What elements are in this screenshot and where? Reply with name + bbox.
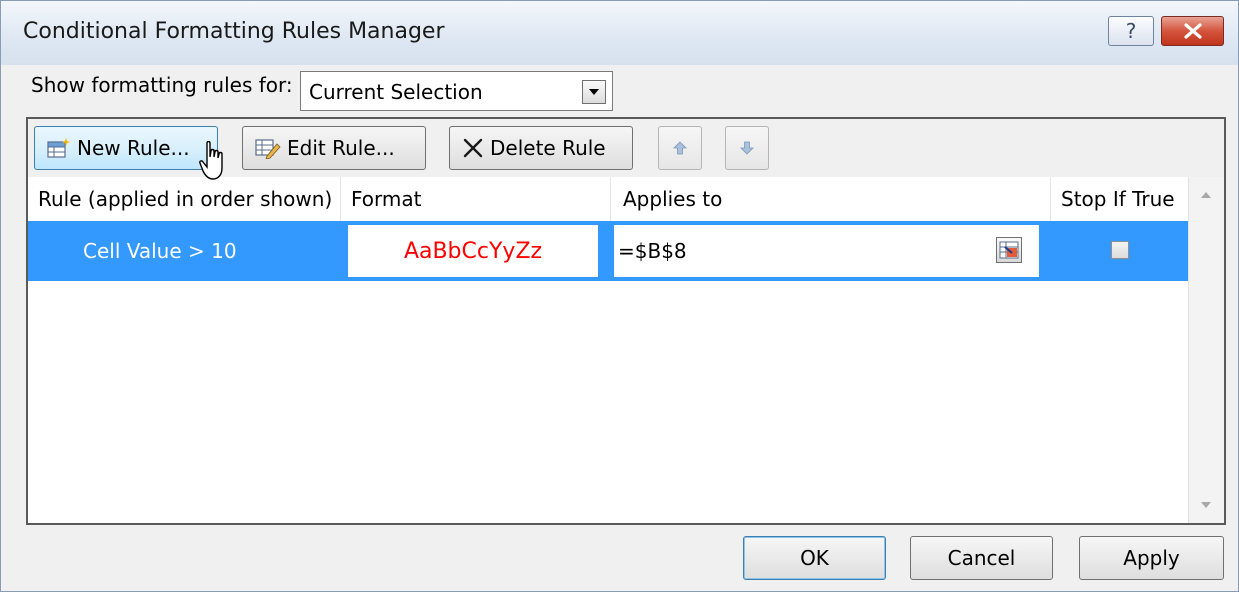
close-button[interactable] <box>1161 16 1224 46</box>
delete-icon <box>462 137 484 159</box>
dialog-title: Conditional Formatting Rules Manager <box>23 19 445 44</box>
range-select-button[interactable] <box>996 237 1022 263</box>
chevron-down-icon[interactable] <box>582 80 606 104</box>
new-rule-label: New Rule... <box>77 136 190 160</box>
title-bar[interactable]: Conditional Formatting Rules Manager ? <box>1 1 1238 65</box>
ok-button[interactable]: OK <box>743 536 886 580</box>
close-icon <box>1183 23 1202 39</box>
column-header-applies-to[interactable]: Applies to <box>611 177 1051 221</box>
show-rules-value: Current Selection <box>309 80 483 104</box>
new-rule-button[interactable]: New Rule... <box>34 126 218 170</box>
format-preview: AaBbCcYyZz <box>348 225 598 277</box>
show-rules-label: Show formatting rules for: <box>31 73 293 97</box>
delete-rule-button[interactable]: Delete Rule <box>449 126 633 170</box>
column-header-stop-if-true[interactable]: Stop If True <box>1051 177 1188 221</box>
arrow-down-icon <box>740 141 754 155</box>
scroll-up-icon[interactable] <box>1200 191 1212 199</box>
move-down-button[interactable] <box>725 126 769 170</box>
show-rules-dropdown[interactable]: Current Selection <box>300 71 613 111</box>
mouse-pointer-icon <box>199 141 223 180</box>
range-select-icon <box>999 241 1019 259</box>
stop-if-true-checkbox[interactable] <box>1111 241 1129 259</box>
vertical-scrollbar[interactable] <box>1188 177 1224 523</box>
edit-rule-button[interactable]: Edit Rule... <box>242 126 426 170</box>
edit-rule-icon <box>255 137 281 159</box>
move-up-button[interactable] <box>658 126 702 170</box>
column-header-rule[interactable]: Rule (applied in order shown) <box>28 177 341 221</box>
conditional-formatting-dialog: Conditional Formatting Rules Manager ? S… <box>0 0 1239 592</box>
edit-rule-label: Edit Rule... <box>287 136 395 160</box>
cancel-button[interactable]: Cancel <box>910 536 1053 580</box>
delete-rule-label: Delete Rule <box>490 136 606 160</box>
new-rule-icon <box>47 137 71 159</box>
column-header-format[interactable]: Format <box>341 177 611 221</box>
scroll-down-icon[interactable] <box>1200 501 1212 509</box>
rule-description: Cell Value > 10 <box>83 239 237 263</box>
help-icon: ? <box>1125 19 1137 43</box>
apply-button[interactable]: Apply <box>1079 536 1224 580</box>
arrow-up-icon <box>673 141 687 155</box>
applies-to-value: =$B$8 <box>618 239 687 263</box>
rule-row[interactable]: Cell Value > 10 AaBbCcYyZz =$B$8 <box>28 221 1188 281</box>
applies-to-field[interactable]: =$B$8 <box>614 225 1039 277</box>
help-button[interactable]: ? <box>1108 16 1154 46</box>
format-preview-text: AaBbCcYyZz <box>403 238 543 264</box>
